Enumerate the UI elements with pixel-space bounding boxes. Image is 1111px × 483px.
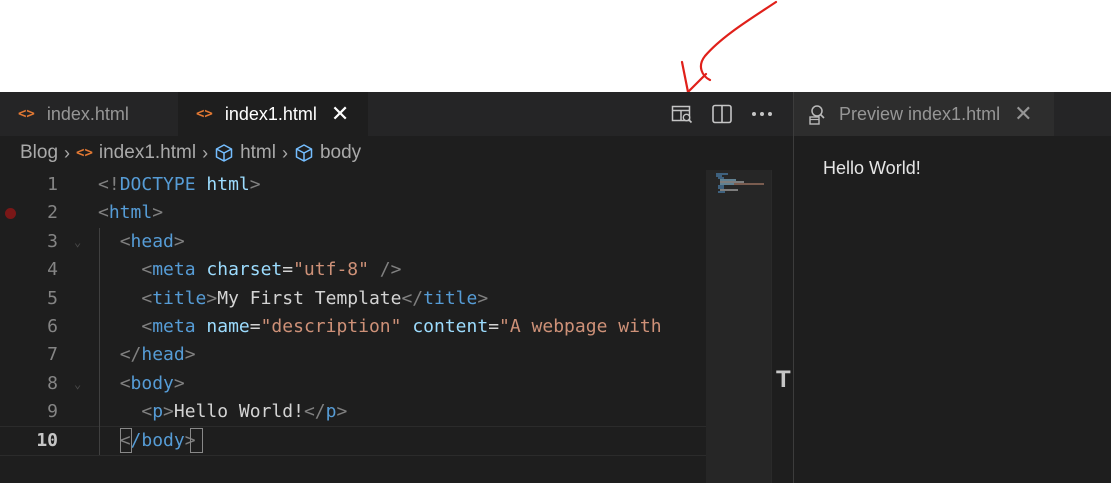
code-line[interactable]: 3 <head> ⌄ <box>0 228 706 256</box>
minimap-slider[interactable] <box>706 170 771 483</box>
code-line[interactable]: 6 <meta name="description" content="A we… <box>0 313 706 341</box>
breadcrumb-symbol-html[interactable]: html <box>240 142 276 164</box>
code-text: <title>My First Template</title> <box>141 287 489 309</box>
code-text: </head> <box>119 344 196 366</box>
breadcrumb-file[interactable]: index1.html <box>99 142 196 164</box>
code-text: </body> <box>119 429 196 451</box>
open-preview-to-side-icon[interactable] <box>671 103 693 125</box>
code-text: <body> <box>119 372 185 394</box>
line-number: 8 <box>47 372 58 394</box>
tab-index1-html[interactable]: <> index1.html ✕ <box>178 92 368 136</box>
code-editor[interactable]: 1 <!DOCTYPE html> 2 <html> 3 <head> ⌄ 4 <meta … <box>0 170 707 483</box>
html-file-icon: <> <box>18 106 35 122</box>
chevron-right-icon: › <box>281 142 288 163</box>
code-text: <!DOCTYPE html> <box>98 174 261 195</box>
line-number: 1 <box>47 174 58 195</box>
split-editor-icon[interactable] <box>711 103 733 125</box>
line-number: 7 <box>47 344 58 366</box>
overview-ruler-marker: T <box>776 366 791 393</box>
preview-group: Preview index1.html ✕ Hello World! <box>794 92 1111 483</box>
code-text: <head> <box>119 230 185 252</box>
preview-tab-label: Preview index1.html <box>839 103 1001 124</box>
code-line[interactable]: 10 </body> <box>0 425 707 456</box>
preview-icon <box>808 103 830 125</box>
editor-group: <> index.html <> index1.html ✕ Blog › <>… <box>0 92 793 483</box>
more-actions-icon[interactable] <box>751 103 773 125</box>
symbol-cube-icon <box>294 143 314 163</box>
indent-guide <box>99 227 100 455</box>
annotation-arrow <box>680 0 778 92</box>
bracket-match-highlight <box>120 427 132 453</box>
vertical-scrollbar[interactable] <box>771 170 793 483</box>
code-text: <p>Hello World!</p> <box>141 401 348 423</box>
editor-actions <box>671 92 773 136</box>
code-line[interactable]: 8 <body> ⌄ <box>0 370 706 398</box>
tab-label: index.html <box>46 103 129 124</box>
minimap[interactable] <box>706 170 771 483</box>
breadcrumb-root[interactable]: Blog <box>20 142 58 164</box>
close-icon[interactable]: ✕ <box>331 103 349 125</box>
line-number: 4 <box>47 259 58 281</box>
line-number: 5 <box>47 287 58 309</box>
code-text: <meta name="description" content="A webp… <box>141 316 662 337</box>
line-number: 6 <box>47 316 58 337</box>
close-icon[interactable]: ✕ <box>1014 103 1032 125</box>
symbol-cube-icon <box>214 143 234 163</box>
tab-preview[interactable]: Preview index1.html ✕ <box>794 92 1054 136</box>
line-number: 10 <box>36 429 58 451</box>
code-line[interactable]: 7 </head> <box>0 341 706 369</box>
code-line[interactable]: 4 <meta charset="utf-8" /> <box>0 256 706 284</box>
code-line[interactable]: 1 <!DOCTYPE html> <box>0 171 706 199</box>
preview-content: Hello World! <box>823 158 921 178</box>
code-text: <meta charset="utf-8" /> <box>141 259 402 281</box>
chevron-right-icon: › <box>64 142 71 163</box>
fold-chevron-icon[interactable]: ⌄ <box>74 228 81 256</box>
html-file-icon: <> <box>76 145 93 161</box>
editor-tab-bar: <> index.html <> index1.html ✕ <box>0 92 793 136</box>
code-line[interactable]: 2 <html> <box>0 199 706 227</box>
html-file-icon: <> <box>196 106 213 122</box>
chevron-right-icon: › <box>202 142 209 163</box>
code-line[interactable]: 9 <p>Hello World!</p> <box>0 398 706 426</box>
fold-chevron-icon[interactable]: ⌄ <box>74 370 81 398</box>
breadcrumb: Blog › <> index1.html › html › body <box>20 140 361 166</box>
tab-label: index1.html <box>224 103 317 124</box>
code-line[interactable]: 5 <title>My First Template</title> <box>0 285 706 313</box>
bracket-match-highlight <box>190 427 203 453</box>
preview-tab-bar: Preview index1.html ✕ <box>794 92 1111 136</box>
tab-index-html[interactable]: <> index.html <box>0 92 178 136</box>
code-text: <html> <box>98 202 164 224</box>
line-number: 3 <box>47 230 58 252</box>
line-number: 9 <box>47 401 58 423</box>
breadcrumb-symbol-body[interactable]: body <box>320 142 361 164</box>
